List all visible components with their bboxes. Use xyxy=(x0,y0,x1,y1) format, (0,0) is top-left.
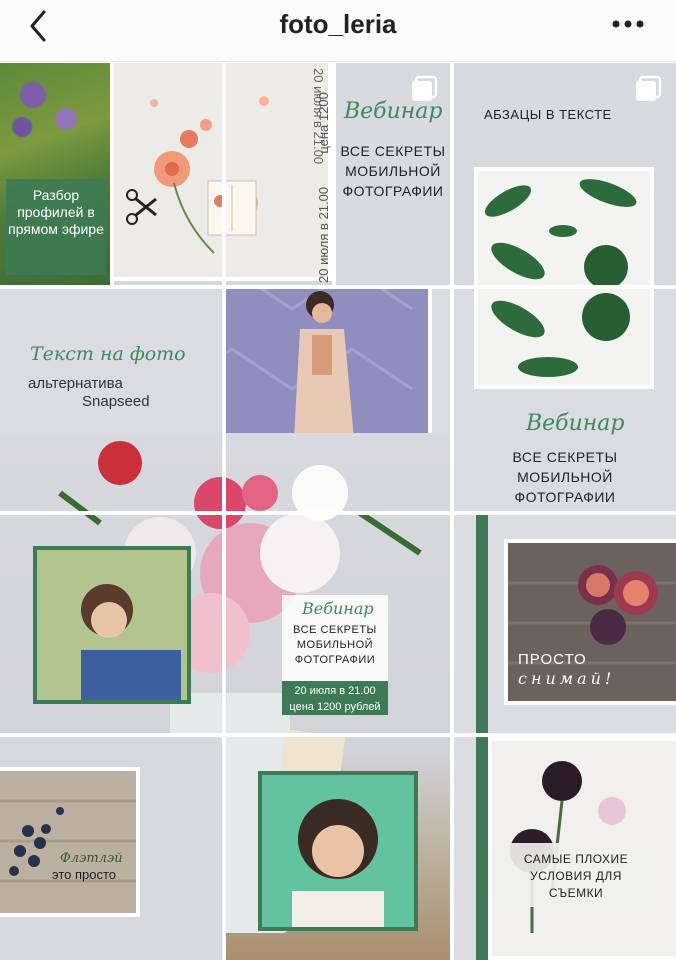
grid-divider xyxy=(0,511,676,515)
post-tile[interactable]: САМЫЕ ПЛОХИЕ УСЛОВИЯ ДЛЯ СЪЕМКИ xyxy=(454,737,676,960)
post-tile[interactable]: Вебинар ВСЕ СЕКРЕТЫ МОБИЛЬНОЙ ФОТОГРАФИИ xyxy=(454,289,676,511)
date-badge: 20 июля в 21.00 цена 1200 рублей xyxy=(282,681,388,715)
laughing-woman-photo xyxy=(258,771,418,931)
child-photo xyxy=(33,546,191,704)
grid-divider xyxy=(332,63,336,285)
profile-username: foto_leria xyxy=(279,9,397,39)
ferns-photo-continued xyxy=(474,289,654,389)
post-caption: Разбор профилей в прямом эфире xyxy=(8,187,104,237)
webinar-title: ВСЕ СЕКРЕТЫ МОБИЛЬНОЙ ФОТОГРАФИИ xyxy=(512,449,618,505)
shoot-script: снимай! xyxy=(518,669,616,688)
post-tile[interactable]: Разбор профилей в прямом эфире xyxy=(0,63,110,285)
post-heading: АБЗАЦЫ В ТЕКСТЕ xyxy=(484,107,612,122)
bad-conditions-card: САМЫЕ ПЛОХИЕ УСЛОВИЯ ДЛЯ СЪЕМКИ xyxy=(494,843,658,907)
webinar-card: Вебинар ВСЕ СЕКРЕТЫ МОБИЛЬНОЙ ФОТОГРАФИИ xyxy=(282,595,388,685)
grid-divider xyxy=(0,285,676,289)
posts-grid: Разбор профилей в прямом эфире 20 июля в… xyxy=(0,63,676,960)
webinar-script: Вебинар xyxy=(344,99,443,124)
post-caption-line1: альтернатива xyxy=(28,375,123,392)
post-tile[interactable]: ПРОСТО снимай! xyxy=(454,515,676,733)
flatlay-script: Флэтлэй xyxy=(60,851,123,866)
portrait-photo xyxy=(226,289,432,445)
green-stripe xyxy=(476,737,488,960)
post-tile[interactable]: Флэтлэй это просто xyxy=(0,737,222,960)
grid-divider xyxy=(110,63,114,285)
vertical-date-text: 20 июля в 21.00 xyxy=(316,186,331,283)
text-on-photo-script: Текст на фото xyxy=(30,343,186,365)
multiple-photos-icon xyxy=(634,75,662,103)
green-stripe xyxy=(476,515,488,733)
vertical-price-text: цена 1200 xyxy=(316,92,331,154)
vertical-caption: 20 июля в 21.00 цена 1200 xyxy=(311,73,333,283)
more-horizontal-icon[interactable] xyxy=(608,12,648,36)
ferns-photo xyxy=(474,167,654,285)
blueberries-photo xyxy=(0,767,140,917)
just-text: ПРОСТО xyxy=(518,651,587,668)
profile-header: foto_leria xyxy=(0,0,676,62)
webinar-title: ВСЕ СЕКРЕТЫ МОБИЛЬНОЙ ФОТОГРАФИИ xyxy=(340,143,446,199)
webinar-script: Вебинар xyxy=(526,411,625,436)
post-tile[interactable]: Вебинар ВСЕ СЕКРЕТЫ МОБИЛЬНОЙ ФОТОГРАФИИ xyxy=(336,63,450,285)
grid-divider xyxy=(0,733,676,737)
lavender-photo xyxy=(0,63,110,143)
post-tile[interactable]: АБЗАЦЫ В ТЕКСТЕ xyxy=(454,63,676,285)
post-caption-line2: Snapseed xyxy=(82,393,150,410)
flatlay-caption: это просто xyxy=(52,867,117,882)
flowers-illustration xyxy=(126,96,269,254)
